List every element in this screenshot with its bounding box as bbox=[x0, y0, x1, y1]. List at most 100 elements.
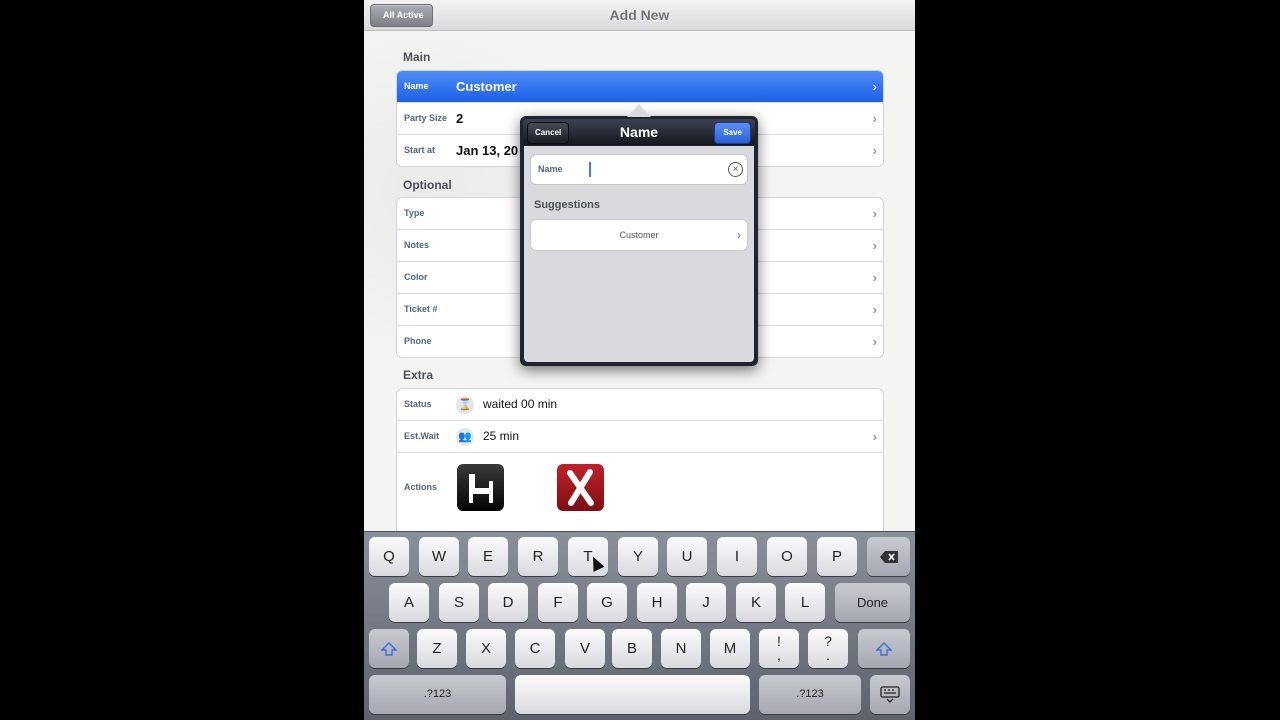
key-x[interactable]: X bbox=[466, 629, 506, 668]
chair-icon bbox=[469, 474, 493, 503]
seat-button[interactable] bbox=[457, 464, 504, 511]
key-r[interactable]: R bbox=[518, 537, 558, 576]
key-a[interactable]: A bbox=[389, 583, 429, 622]
key-top-char: ! bbox=[777, 633, 781, 649]
all-active-back-button[interactable]: All Active bbox=[370, 4, 433, 27]
row-label: Color bbox=[404, 272, 428, 282]
chevron-right-icon: › bbox=[737, 228, 741, 242]
key-top-char: ? bbox=[824, 633, 832, 649]
ipad-screen: Add New All Active Main Name Customer › … bbox=[364, 0, 915, 720]
key-m[interactable]: M bbox=[710, 629, 750, 668]
chevron-right-icon: › bbox=[872, 270, 877, 285]
hide-keyboard-key[interactable] bbox=[870, 675, 910, 714]
numbers-key-right[interactable]: .?123 bbox=[759, 675, 861, 714]
section-title-main: Main bbox=[403, 50, 431, 64]
key-s[interactable]: S bbox=[439, 583, 479, 622]
section-title-optional: Optional bbox=[403, 178, 452, 192]
row-label: Party Size bbox=[404, 113, 448, 123]
people-icon: 👥 bbox=[456, 428, 474, 446]
chevron-right-icon: › bbox=[872, 206, 877, 221]
key-j[interactable]: J bbox=[686, 583, 726, 622]
name-input[interactable]: Name × bbox=[530, 154, 748, 185]
save-button[interactable]: Save bbox=[714, 122, 751, 144]
backspace-icon bbox=[879, 551, 898, 564]
suggestions-title: Suggestions bbox=[534, 199, 601, 211]
row-value: 2 bbox=[456, 111, 464, 126]
clear-circle-icon[interactable]: × bbox=[728, 162, 743, 177]
name-popover: Name Cancel Save Name × Suggestions Cust… bbox=[520, 104, 758, 366]
chevron-right-icon: › bbox=[872, 111, 877, 126]
key-g[interactable]: G bbox=[587, 583, 627, 622]
row-label: Ticket # bbox=[404, 304, 438, 314]
row-label: Start at bbox=[404, 145, 436, 155]
name-field-label: Name bbox=[538, 164, 563, 174]
row-est-wait[interactable]: Est.Wait 👥 25 min › bbox=[397, 421, 883, 453]
key-o[interactable]: O bbox=[767, 537, 807, 576]
key-v[interactable]: V bbox=[565, 629, 605, 668]
key-q[interactable]: Q bbox=[369, 537, 409, 576]
key-t[interactable]: T bbox=[568, 537, 608, 576]
chevron-right-icon: › bbox=[872, 143, 877, 158]
navigation-bar: Add New All Active bbox=[364, 0, 915, 31]
row-status: Status ⌛ waited 00 min bbox=[397, 389, 883, 421]
row-actions: Actions bbox=[397, 453, 883, 521]
on-screen-keyboard: Q W E R T Y U I O P A S D F G H J K L Do… bbox=[364, 531, 915, 720]
section-title-extra: Extra bbox=[403, 368, 434, 382]
key-w[interactable]: W bbox=[419, 537, 459, 576]
key-y[interactable]: Y bbox=[618, 537, 658, 576]
key-exclamation[interactable]: ! , bbox=[759, 629, 799, 668]
row-value: Jan 13, 20 bbox=[456, 143, 519, 158]
key-p[interactable]: P bbox=[817, 537, 857, 576]
shift-arrow-icon bbox=[380, 642, 398, 656]
numbers-key-left[interactable]: .?123 bbox=[369, 675, 506, 714]
row-label: Est.Wait bbox=[404, 431, 440, 441]
remove-button[interactable] bbox=[557, 464, 604, 511]
key-bottom-char: . bbox=[826, 647, 830, 663]
hourglass-icon: ⌛ bbox=[456, 396, 474, 414]
key-n[interactable]: N bbox=[661, 629, 701, 668]
chevron-right-icon: › bbox=[872, 79, 877, 94]
space-key[interactable] bbox=[515, 675, 750, 714]
done-key[interactable]: Done bbox=[835, 583, 910, 622]
shift-key-left[interactable] bbox=[369, 629, 409, 668]
shift-key-right[interactable] bbox=[858, 629, 910, 668]
backspace-key[interactable] bbox=[867, 537, 910, 576]
row-label: Actions bbox=[404, 482, 438, 492]
suggestion-label: Customer bbox=[619, 230, 659, 240]
text-caret bbox=[589, 162, 591, 177]
key-bottom-char: , bbox=[777, 647, 781, 663]
key-f[interactable]: F bbox=[538, 583, 578, 622]
row-value: waited 00 min bbox=[483, 397, 558, 411]
key-z[interactable]: Z bbox=[417, 629, 457, 668]
row-label: Phone bbox=[404, 336, 432, 346]
row-value: Customer bbox=[456, 79, 517, 94]
key-c[interactable]: C bbox=[515, 629, 555, 668]
suggestion-item[interactable]: Customer › bbox=[530, 219, 748, 251]
key-e[interactable]: E bbox=[468, 537, 508, 576]
row-label: Notes bbox=[404, 240, 430, 250]
row-label: Name bbox=[404, 81, 429, 91]
shift-arrow-icon bbox=[875, 642, 893, 656]
key-d[interactable]: D bbox=[488, 583, 528, 622]
chevron-right-icon: › bbox=[872, 429, 877, 444]
page-title: Add New bbox=[609, 7, 670, 23]
popover-body: Name × Suggestions Customer › bbox=[524, 146, 754, 362]
chevron-right-icon: › bbox=[872, 334, 877, 349]
extra-group: Status ⌛ waited 00 min Est.Wait 👥 25 min… bbox=[396, 388, 884, 540]
key-u[interactable]: U bbox=[667, 537, 707, 576]
chevron-right-icon: › bbox=[872, 238, 877, 253]
row-value: 25 min bbox=[483, 429, 520, 443]
x-mark-icon bbox=[567, 469, 594, 506]
row-label: Type bbox=[404, 208, 425, 218]
key-k[interactable]: K bbox=[736, 583, 776, 622]
key-i[interactable]: I bbox=[717, 537, 757, 576]
cancel-button[interactable]: Cancel bbox=[527, 122, 570, 144]
popover-header: Name Cancel Save bbox=[523, 119, 755, 145]
key-question[interactable]: ? . bbox=[808, 629, 848, 668]
key-b[interactable]: B bbox=[612, 629, 652, 668]
row-name[interactable]: Name Customer › bbox=[397, 71, 883, 103]
key-l[interactable]: L bbox=[785, 583, 825, 622]
keyboard-hide-icon bbox=[880, 686, 900, 703]
key-h[interactable]: H bbox=[637, 583, 677, 622]
popover-arrow bbox=[627, 104, 651, 117]
